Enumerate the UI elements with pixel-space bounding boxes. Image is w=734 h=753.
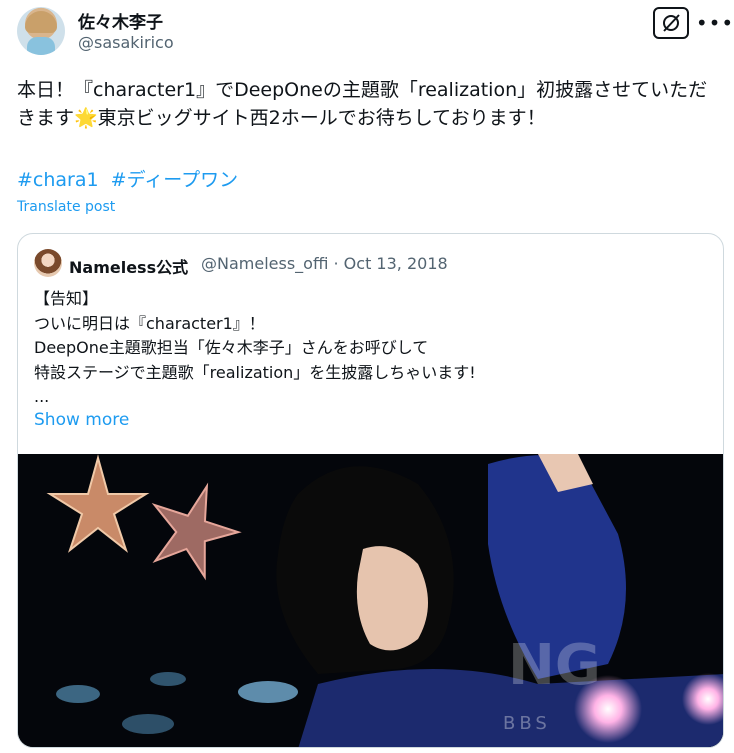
avatar-hair (25, 11, 57, 33)
grok-button[interactable] (653, 7, 689, 39)
quote-text: 【告知】 ついに明日は『character1』！ DeepOne主題歌担当「佐々… (34, 289, 476, 406)
hashtag-chara1[interactable]: #chara1 (17, 169, 99, 191)
show-more-link[interactable]: Show more (34, 410, 129, 430)
author-handle[interactable]: @sasakirico (78, 33, 174, 52)
svg-text:BBS: BBS (503, 713, 551, 734)
more-icon[interactable]: ••• (696, 9, 733, 37)
hashtag-deepone[interactable]: #ディープワン (111, 169, 238, 191)
author-name[interactable]: 佐々木李子 (78, 8, 163, 33)
translate-post-link[interactable]: Translate post (17, 199, 115, 215)
grok-icon (663, 14, 680, 32)
quoted-post[interactable]: Nameless公式 @Nameless_offi · Oct 13, 2018… (17, 233, 724, 748)
media-image[interactable]: NG BBS (18, 454, 723, 747)
media-illustration: NG BBS (18, 454, 723, 747)
avatar-body (27, 37, 55, 55)
hashtags: #chara1 #ディープワン (17, 165, 244, 192)
quote-author-meta: @Nameless_offi · Oct 13, 2018 (201, 254, 448, 273)
tweet-text: 本日！『character1』でDeepOneの主題歌「realization」… (17, 79, 708, 129)
quote-author-name: Nameless公式 (69, 258, 189, 277)
author-avatar[interactable] (17, 7, 65, 55)
quote-avatar (34, 249, 62, 277)
